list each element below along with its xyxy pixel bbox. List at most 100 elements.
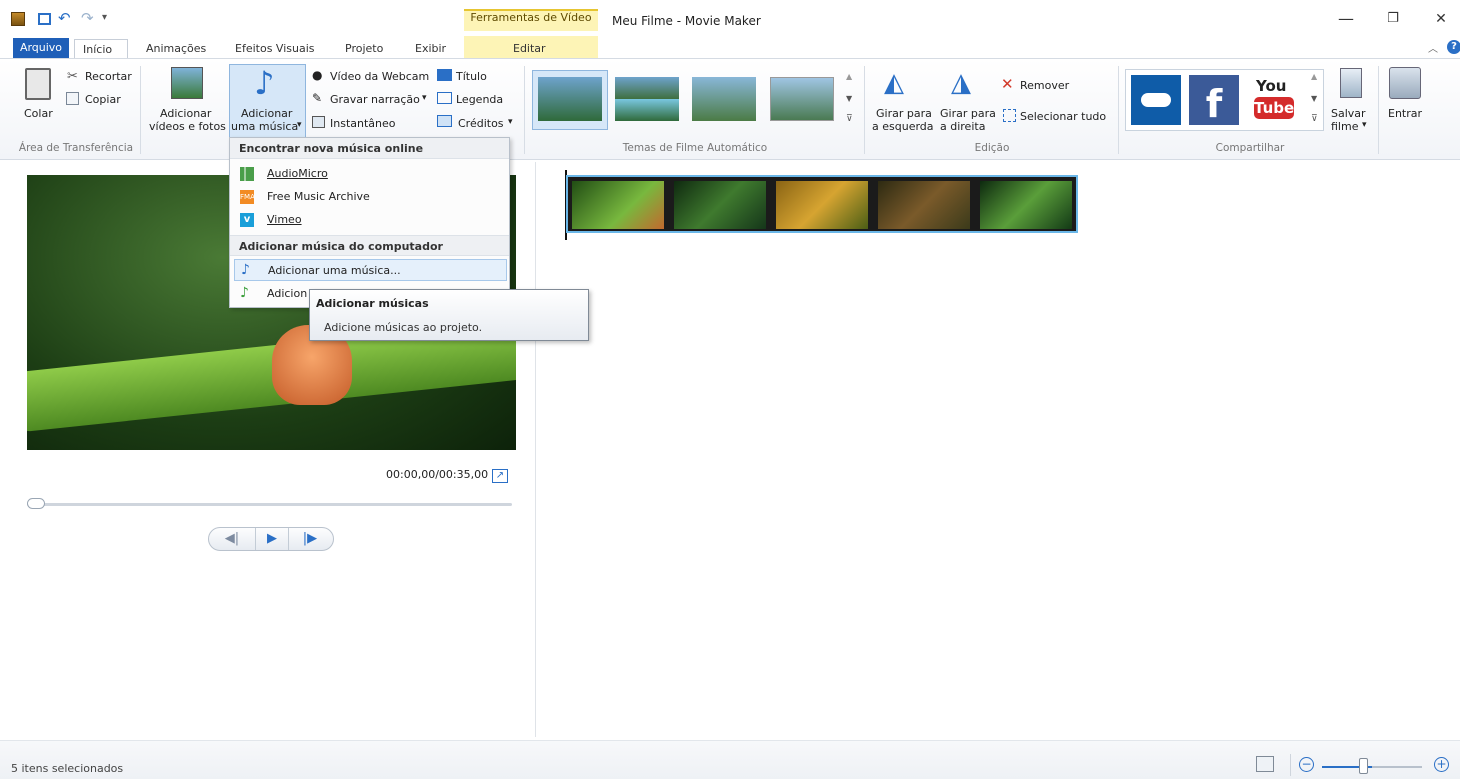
- vimeo-icon: v: [240, 213, 254, 227]
- previous-frame-icon[interactable]: ◀|: [217, 528, 247, 550]
- menu-item-label: Adicionar uma música...: [268, 264, 401, 277]
- cut-icon[interactable]: ✂: [67, 69, 78, 84]
- qat-customize-icon[interactable]: ▾: [102, 12, 107, 23]
- tab-edit[interactable]: Editar: [505, 39, 554, 58]
- title-icon: [437, 69, 452, 81]
- menu-item-fma[interactable]: FMA Free Music Archive: [234, 186, 507, 208]
- seek-bar[interactable]: [27, 503, 512, 506]
- clip-thumbnail[interactable]: [674, 181, 766, 229]
- play-icon[interactable]: ▶: [255, 528, 289, 550]
- rotate-right-label-1[interactable]: Girar para: [940, 107, 996, 120]
- save-movie-label-2[interactable]: filme: [1331, 120, 1358, 133]
- share-scroll-up-icon[interactable]: ▲: [1311, 72, 1317, 81]
- theme-cinematic-thumbnail[interactable]: [692, 77, 756, 121]
- menu-item-add-music[interactable]: ♪ Adicionar uma música...: [234, 259, 507, 281]
- share-group-label: Compartilhar: [1215, 142, 1285, 154]
- caption-button[interactable]: Legenda: [456, 93, 503, 106]
- rotate-left-label-2[interactable]: a esquerda: [872, 120, 934, 133]
- caption-icon: [437, 92, 452, 104]
- ribbon-tabs: [0, 36, 1460, 59]
- onedrive-icon[interactable]: [1131, 75, 1181, 125]
- menu-item-label: AudioMicro: [267, 167, 328, 180]
- theme-contemporary-thumbnail[interactable]: [615, 77, 679, 121]
- gallery-scroll-down-icon[interactable]: ▼: [846, 94, 852, 103]
- clip-thumbnail[interactable]: [878, 181, 970, 229]
- app-film-icon[interactable]: [11, 12, 25, 26]
- seek-thumb[interactable]: [27, 498, 45, 509]
- menu-header-computer: Adicionar música do computador: [230, 235, 509, 256]
- save-movie-label-1[interactable]: Salvar: [1331, 107, 1366, 120]
- clip-thumbnail[interactable]: [980, 181, 1072, 229]
- music-note-point-icon: ♪: [240, 285, 249, 301]
- user-sign-in-icon[interactable]: [1389, 67, 1421, 99]
- paste-icon[interactable]: [25, 68, 51, 100]
- save-icon[interactable]: [38, 13, 51, 25]
- restore-button[interactable]: ❐: [1380, 9, 1406, 29]
- status-separator: [1290, 754, 1291, 776]
- paste-button[interactable]: Colar: [24, 107, 53, 120]
- chevron-down-icon[interactable]: ▾: [508, 117, 513, 127]
- credits-button[interactable]: Créditos: [458, 117, 504, 130]
- add-videos-photos-icon[interactable]: [171, 67, 203, 99]
- music-note-icon: ♪: [241, 262, 250, 278]
- select-all-button[interactable]: Selecionar tudo: [1020, 110, 1106, 123]
- share-expand-icon[interactable]: ⊽: [1311, 114, 1318, 124]
- zoom-slider-thumb[interactable]: [1359, 758, 1368, 774]
- save-movie-icon[interactable]: [1340, 68, 1362, 98]
- menu-item-audiomicro[interactable]: AudioMicro: [234, 163, 507, 185]
- clip-thumbnail[interactable]: [776, 181, 868, 229]
- tab-animations[interactable]: Animações: [138, 39, 214, 58]
- minimize-button[interactable]: —: [1333, 9, 1359, 29]
- snapshot-button[interactable]: Instantâneo: [330, 117, 396, 130]
- gallery-scroll-up-icon[interactable]: ▲: [846, 72, 852, 81]
- zoom-slider-track[interactable]: [1372, 766, 1422, 768]
- tab-home[interactable]: Início: [74, 39, 128, 58]
- theme-fade-thumbnail[interactable]: [770, 77, 834, 121]
- tab-visual-effects[interactable]: Efeitos Visuais: [227, 39, 323, 58]
- audiomicro-icon: [240, 167, 254, 181]
- rotate-right-label-2[interactable]: a direita: [940, 120, 985, 133]
- pane-divider[interactable]: [535, 162, 536, 737]
- zoom-out-icon[interactable]: −: [1299, 757, 1314, 772]
- record-narration-button[interactable]: Gravar narração: [330, 93, 420, 106]
- snapshot-icon: [312, 116, 325, 128]
- theme-default-thumbnail[interactable]: [538, 77, 602, 121]
- facebook-icon[interactable]: f: [1189, 75, 1239, 126]
- add-videos-label-1[interactable]: Adicionar: [160, 107, 211, 120]
- copy-button[interactable]: Copiar: [85, 93, 121, 106]
- webcam-video-button[interactable]: Vídeo da Webcam: [330, 70, 429, 83]
- fullscreen-preview-icon[interactable]: ↗: [492, 469, 508, 483]
- copy-icon[interactable]: [66, 92, 79, 105]
- remove-button[interactable]: Remover: [1020, 79, 1069, 92]
- zoom-in-icon[interactable]: +: [1434, 757, 1449, 772]
- clip-thumbnail[interactable]: [572, 181, 664, 229]
- cut-button[interactable]: Recortar: [85, 70, 132, 83]
- sign-in-button[interactable]: Entrar: [1388, 107, 1422, 120]
- gallery-expand-icon[interactable]: ⊽: [846, 114, 853, 124]
- tab-project[interactable]: Projeto: [337, 39, 391, 58]
- credits-icon: [437, 115, 452, 127]
- menu-item-label: Vimeo: [267, 213, 302, 226]
- share-scroll-down-icon[interactable]: ▼: [1311, 94, 1317, 103]
- tab-view[interactable]: Exibir: [407, 39, 454, 58]
- rotate-right-icon: ◮: [951, 68, 971, 98]
- rotate-left-label-1[interactable]: Girar para: [876, 107, 932, 120]
- player-controls: ◀| ▶ |▶: [208, 527, 334, 551]
- chevron-down-icon[interactable]: ▾: [422, 93, 427, 103]
- add-videos-label-2[interactable]: vídeos e fotos: [149, 120, 226, 133]
- add-music-label-2: uma música: [231, 120, 299, 133]
- tab-file[interactable]: Arquivo: [13, 38, 69, 58]
- youtube-icon[interactable]: You Tube: [1250, 75, 1300, 125]
- title-button[interactable]: Título: [456, 70, 487, 83]
- chevron-down-icon[interactable]: ▾: [1362, 120, 1367, 130]
- undo-icon[interactable]: ↶: [58, 9, 71, 27]
- close-button[interactable]: ✕: [1428, 9, 1454, 29]
- help-icon[interactable]: ?: [1447, 40, 1460, 54]
- next-frame-icon[interactable]: |▶: [295, 528, 325, 550]
- collapse-ribbon-icon[interactable]: ︿: [1428, 40, 1438, 55]
- select-all-icon: [1003, 109, 1016, 122]
- storyboard-strip[interactable]: [566, 175, 1078, 233]
- thumbnail-size-icon[interactable]: [1256, 756, 1274, 772]
- redo-icon[interactable]: ↷: [81, 9, 94, 27]
- menu-item-vimeo[interactable]: v Vimeo: [234, 209, 507, 231]
